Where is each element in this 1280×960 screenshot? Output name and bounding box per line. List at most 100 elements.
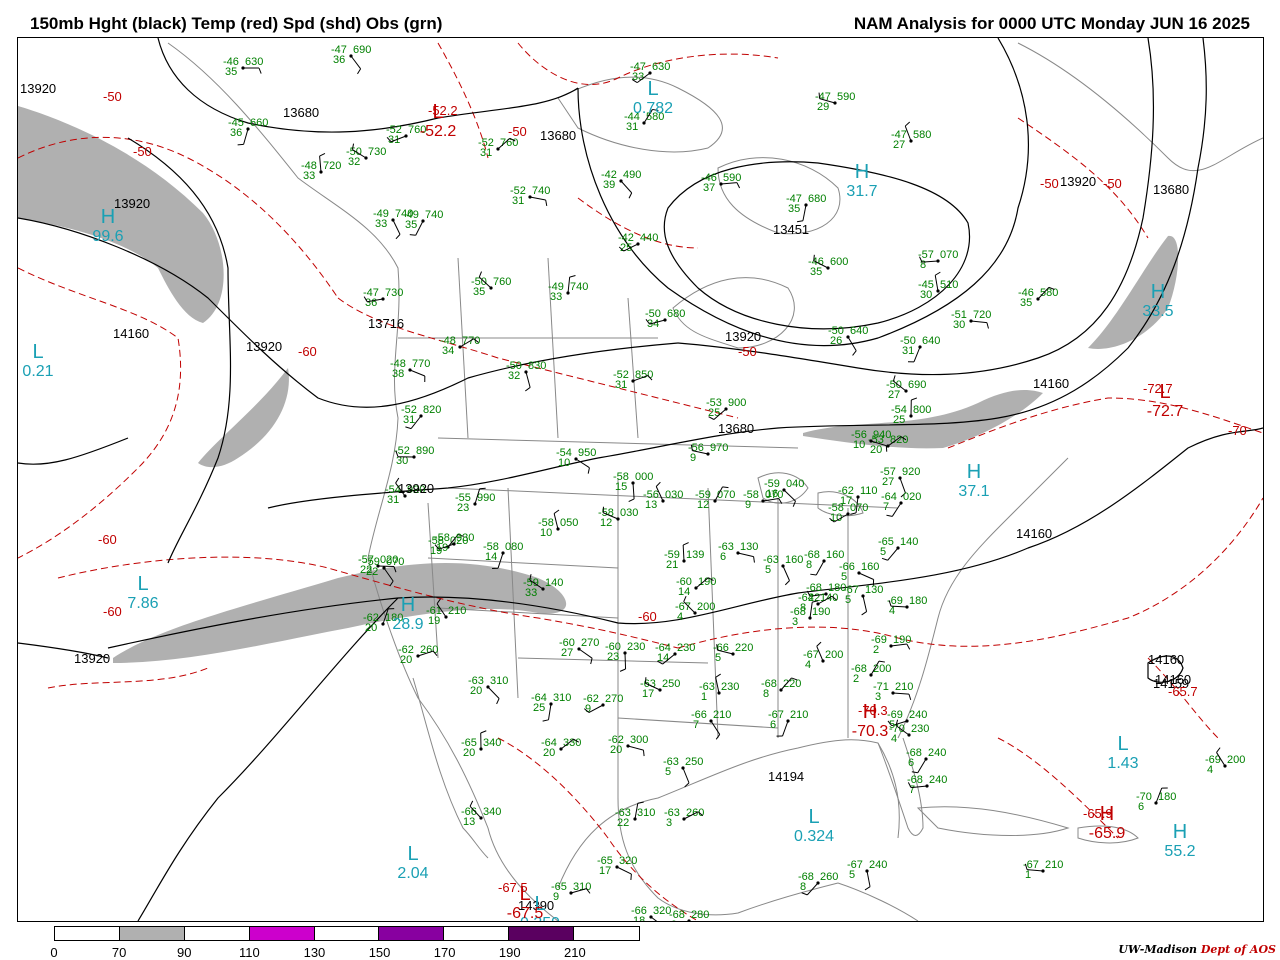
station-observation[interactable]: -67 2405	[847, 859, 887, 891]
station-observation[interactable]: -62 30020	[608, 734, 648, 757]
station-observation[interactable]: -70 2304	[889, 719, 929, 745]
station-observation[interactable]: -67 2106	[768, 709, 808, 737]
station-observation[interactable]: -63 31022	[615, 801, 655, 829]
station-observation[interactable]: -48 72033	[301, 152, 341, 182]
station-observation[interactable]: -47 58027	[891, 121, 931, 151]
station-observation[interactable]: -63 2505	[663, 756, 703, 788]
station-observation[interactable]: -64 23014	[655, 642, 695, 665]
station-observation[interactable]: -58 05010	[538, 509, 578, 539]
station-observation[interactable]: -65 34020	[461, 730, 501, 759]
station-observation[interactable]: -47 59029	[815, 91, 855, 113]
station-observation[interactable]: -69 1902	[871, 634, 911, 656]
station-observation[interactable]: -68 2208	[761, 677, 801, 700]
station-observation[interactable]: -49 74035	[403, 209, 443, 236]
station-observation[interactable]: -42 49039	[601, 169, 641, 199]
obs-dewpoint-speed: 20	[365, 622, 377, 634]
station-observation[interactable]: -54 95010	[556, 447, 596, 474]
station-observation[interactable]: -60 19014	[676, 576, 716, 598]
station-observation[interactable]: -64 0207	[881, 491, 921, 517]
pressure-center[interactable]: L0.324	[794, 806, 834, 845]
obs-dewpoint-speed: 9	[690, 452, 696, 464]
obs-dewpoint-speed: 20	[610, 744, 622, 756]
station-observation[interactable]: -63 31020	[468, 675, 508, 705]
pressure-center[interactable]: L1.43	[1107, 733, 1138, 772]
station-observation[interactable]: -50 68034	[645, 308, 685, 330]
pressure-center[interactable]: H37.1	[958, 461, 989, 500]
station-observation[interactable]: -66 2205	[713, 642, 753, 664]
wind-shade-70-90	[18, 106, 224, 323]
station-observation[interactable]: -51 72030	[951, 309, 991, 331]
station-observation[interactable]: -45 66036	[228, 117, 268, 146]
station-observation[interactable]: -52 74031	[510, 185, 550, 207]
pressure-center[interactable]: L0.782	[633, 78, 673, 117]
station-observation[interactable]: -46 63035	[223, 56, 263, 78]
obs-dewpoint-speed: 19	[428, 615, 440, 627]
station-observation[interactable]: -64 33020	[541, 737, 581, 759]
station-observation[interactable]: -65 1405	[878, 536, 918, 561]
station-observation[interactable]: -59 13921	[664, 542, 704, 571]
station-observation[interactable]: -69 2004	[1205, 747, 1245, 776]
pressure-center[interactable]: L0.21	[22, 341, 53, 380]
station-observation[interactable]: -68 2406	[906, 747, 946, 774]
station-observation[interactable]: -50 73032	[346, 143, 386, 168]
station-observation[interactable]: -50 76035	[471, 271, 511, 298]
station-observation[interactable]: -46 60035	[808, 254, 848, 278]
station-observation[interactable]: -63 2301	[699, 673, 739, 703]
station-observation[interactable]: -68 1903	[790, 600, 830, 628]
station-observation[interactable]: -50 64031	[900, 335, 940, 363]
station-observation[interactable]: -50 64026	[828, 325, 868, 356]
station-observation[interactable]: -49 74033	[548, 275, 588, 303]
low-center-marker: L	[137, 573, 148, 595]
pressure-center[interactable]: L2.04	[397, 843, 428, 882]
station-observation[interactable]: -66 34013	[461, 800, 501, 828]
station-observation[interactable]: -68 2608	[798, 871, 838, 896]
station-observation[interactable]: -52 89030	[394, 445, 434, 467]
station-observation[interactable]: -67 2004	[675, 595, 715, 623]
station-observation[interactable]: -67 2101	[1023, 859, 1063, 881]
station-observation[interactable]: -47 69036	[331, 44, 371, 75]
station-observation[interactable]: -58 08014	[483, 541, 523, 570]
station-observation[interactable]: -55 99023	[455, 487, 495, 514]
colorbar-tick-label: 170	[433, 945, 456, 960]
station-observation[interactable]: -46 58035	[1018, 286, 1058, 309]
temperature-contour-line	[18, 267, 182, 559]
weather-map[interactable]: -46 630 35 -47 690 36 -45 660 36 -52 760 31 -50 730 32…	[17, 37, 1264, 922]
station-observation[interactable]: -48 77038	[390, 358, 430, 382]
station-observation[interactable]: -47 68035	[786, 193, 826, 223]
pressure-center[interactable]: L7.86	[127, 573, 158, 612]
station-observation[interactable]: -63 1605	[763, 554, 803, 586]
station-observation[interactable]: -60 23023	[605, 641, 645, 672]
station-observation[interactable]: -70 1806	[1136, 787, 1176, 813]
station-observation[interactable]: -47 73036	[363, 287, 403, 309]
station-observation[interactable]: -62 2709	[583, 693, 623, 715]
pressure-center[interactable]: H31.7	[846, 161, 877, 200]
station-observation[interactable]: -67 2004	[803, 641, 843, 671]
station-observation[interactable]: -57 0708	[918, 249, 958, 271]
station-observation[interactable]: -53 90025	[706, 397, 746, 420]
station-observation[interactable]: -42 44025	[618, 232, 658, 254]
station-observation[interactable]: -67 1305	[843, 584, 883, 616]
high-center-marker: H	[1100, 803, 1114, 825]
low-center-marker: L	[1117, 733, 1128, 755]
station-observation[interactable]: -59 07012	[695, 486, 735, 511]
station-observation[interactable]: -69 1804	[887, 595, 927, 617]
station-observation[interactable]: -52 76031	[478, 137, 518, 159]
station-observation[interactable]: -66 1605	[839, 561, 879, 586]
obs-height: 000	[635, 471, 653, 483]
station-observation[interactable]: -45 51030	[918, 271, 958, 301]
station-observation[interactable]: -56 03013	[643, 481, 683, 511]
station-observation[interactable]: -50 69027	[886, 375, 926, 401]
station-observation[interactable]: -64 31025	[531, 692, 571, 722]
station-observation[interactable]: -71 2103	[873, 681, 913, 703]
station-observation[interactable]: -63 25017	[640, 677, 680, 700]
station-observation[interactable]: -62 26020	[398, 644, 438, 666]
station-observation[interactable]: -66 32018	[631, 905, 671, 921]
station-observation[interactable]: -52 82031	[401, 404, 441, 430]
station-observation[interactable]: -65 3109	[551, 881, 591, 903]
station-observation[interactable]: -63 2603	[664, 807, 704, 829]
station-observation[interactable]: -46 59037	[701, 172, 741, 194]
station-observation[interactable]: -68 2407	[907, 774, 947, 796]
station-observation[interactable]: -63 1306	[718, 541, 758, 563]
station-observation[interactable]: -682809	[669, 909, 709, 921]
pressure-center[interactable]: H55.2	[1164, 821, 1195, 860]
